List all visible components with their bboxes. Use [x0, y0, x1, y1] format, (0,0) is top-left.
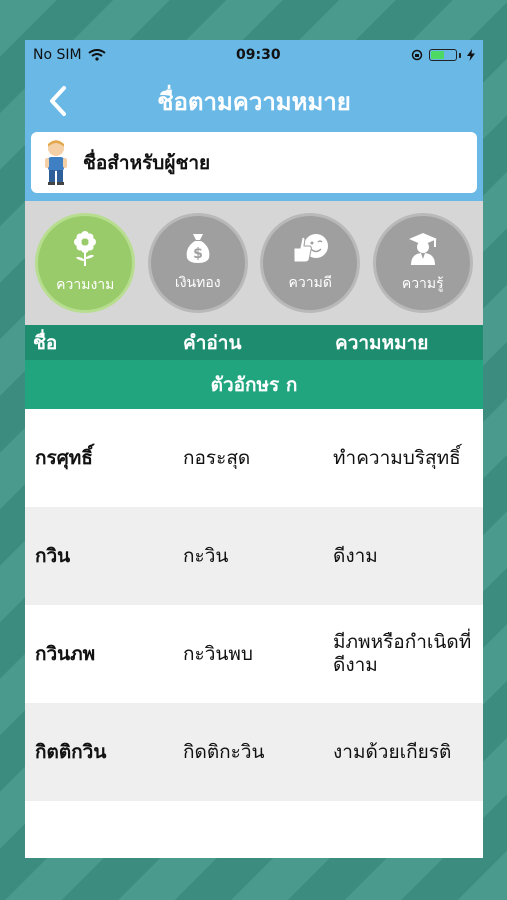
table-row[interactable]: กรศุทธิ์ กอระสุด ทำความบริสุทธิ์ — [25, 409, 483, 507]
status-right — [411, 49, 475, 61]
navigation-bar: ชื่อตามความหมาย — [25, 70, 483, 132]
name-cell: กิตติกวิน — [35, 741, 107, 763]
filter-beauty-button[interactable]: ความงาม — [35, 213, 136, 313]
chevron-left-icon — [50, 86, 66, 116]
filter-wealth-button[interactable]: $ เงินทอง — [147, 213, 248, 313]
filter-goodness-button[interactable]: ความดี — [260, 213, 361, 313]
name-cell: กวินภพ — [35, 643, 96, 665]
smile-thumbs-up-icon — [293, 234, 329, 263]
meaning-filter-row: ความงาม $ เงินทอง ความดี ความรู้ — [25, 201, 483, 325]
names-table: กรศุทธิ์ กอระสุด ทำความบริสุทธิ์ กวิน กะ… — [25, 409, 483, 801]
category-label: ชื่อสำหรับผู้ชาย — [83, 151, 211, 174]
header-name: ชื่อ — [33, 331, 58, 354]
header-reading: คำอ่าน — [183, 331, 242, 354]
boy-avatar-icon — [45, 139, 67, 185]
meaning-cell: งามด้วยเกียรติ — [333, 740, 452, 763]
battery-icon — [428, 49, 461, 61]
graduate-icon — [408, 233, 437, 265]
category-bar: ชื่อสำหรับผู้ชาย — [25, 132, 483, 201]
table-row[interactable]: กวิน กะวิน ดีงาม — [25, 507, 483, 605]
table-row[interactable]: กิตติกวิน กิดติกะวิน งามด้วยเกียรติ — [25, 703, 483, 801]
filter-knowledge-button[interactable]: ความรู้ — [372, 213, 473, 313]
filter-label: ความรู้ — [401, 276, 444, 292]
wifi-icon — [87, 49, 106, 61]
carrier-label: No SIM — [33, 47, 82, 63]
reading-cell: กะวินพบ — [183, 643, 253, 665]
header-meaning: ความหมาย — [335, 331, 429, 354]
meaning-cell: ดีงาม — [333, 544, 378, 567]
status-bar: No SIM 09:30 — [25, 40, 483, 70]
table-row[interactable]: กวินภพ กะวินพบ มีภพหรือกำเนิดที่ดีงาม — [25, 605, 483, 703]
filter-label: ความงาม — [56, 277, 115, 293]
orientation-lock-icon — [411, 49, 423, 61]
status-time: 09:30 — [236, 47, 281, 63]
money-bag-icon: $ — [186, 234, 210, 263]
section-header: ตัวอักษร ก — [25, 360, 483, 409]
meaning-cell: ทำความบริสุทธิ์ — [333, 446, 461, 469]
reading-cell: กอระสุด — [183, 447, 251, 469]
name-cell: กวิน — [35, 545, 71, 567]
back-button[interactable] — [43, 84, 73, 118]
name-cell: กรศุทธิ์ — [35, 447, 93, 469]
page-title: ชื่อตามความหมาย — [157, 87, 351, 116]
status-left: No SIM — [33, 47, 106, 63]
svg-text:$: $ — [193, 246, 203, 262]
category-selector[interactable]: ชื่อสำหรับผู้ชาย — [31, 132, 477, 193]
meaning-cell: มีภพหรือกำเนิดที่ดีงาม — [333, 631, 472, 676]
reading-cell: กิดติกะวิน — [183, 741, 265, 763]
table-header: ชื่อ คำอ่าน ความหมาย — [25, 325, 483, 360]
filter-label: ความดี — [288, 275, 332, 291]
filter-label: เงินทอง — [174, 275, 221, 291]
reading-cell: กะวิน — [183, 545, 229, 567]
app-screen: No SIM 09:30 ชื่อตามความหมาย ชื่อสำหรับผ… — [25, 40, 483, 858]
charging-icon — [466, 49, 475, 61]
flower-icon — [74, 231, 97, 266]
